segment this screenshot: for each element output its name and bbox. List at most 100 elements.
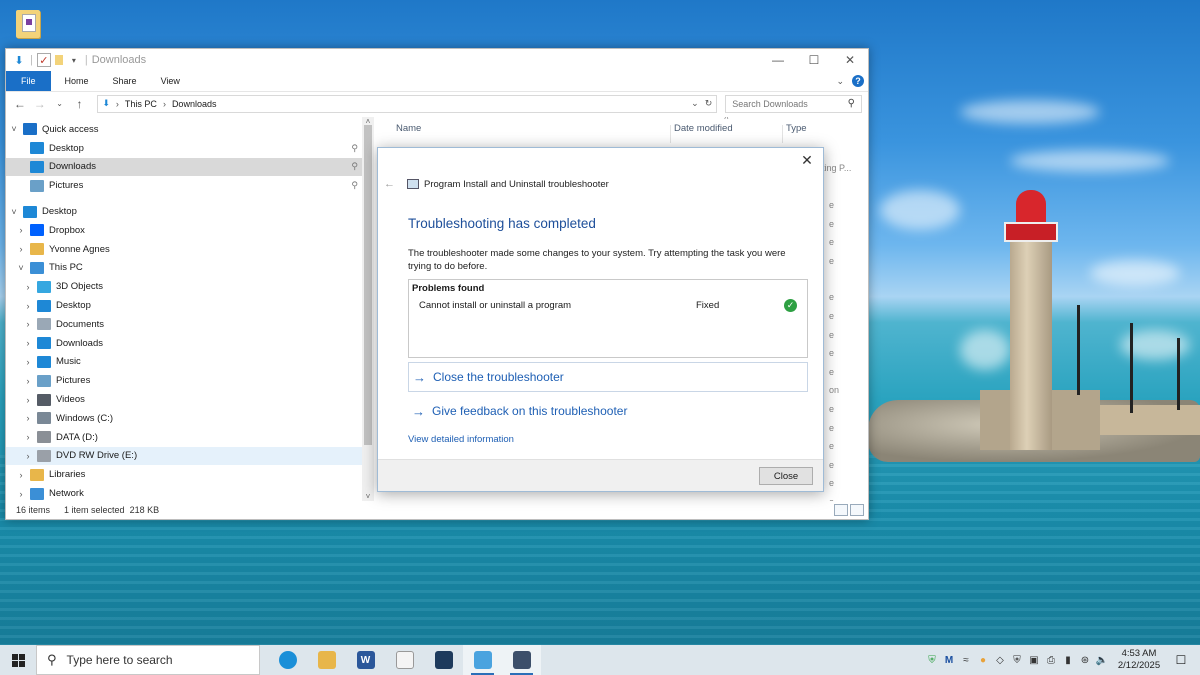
chevron-right-icon[interactable]: › xyxy=(15,225,27,235)
nav-item-desktop[interactable]: Desktop ⚲ xyxy=(6,139,362,158)
chevron-right-icon[interactable]: › xyxy=(22,413,34,423)
tab-view[interactable]: View xyxy=(149,71,192,91)
nav-item-data-d[interactable]: › DATA (D:) xyxy=(6,428,362,447)
tab-home[interactable]: Home xyxy=(53,71,101,91)
properties-icon[interactable]: ✓ xyxy=(36,53,51,67)
chevron-right-icon[interactable]: › xyxy=(22,376,34,386)
taskbar-notepad-button[interactable] xyxy=(385,645,424,675)
chevron-right-icon[interactable]: › xyxy=(15,470,27,480)
network-icon[interactable]: ≈ xyxy=(960,654,972,666)
navigation-scrollbar[interactable]: ˄ ˅ xyxy=(362,117,374,501)
back-button[interactable]: ← xyxy=(12,97,28,111)
give-feedback-link[interactable]: → Give feedback on this troubleshooter xyxy=(408,396,808,426)
close-button[interactable]: Close xyxy=(759,467,813,485)
chevron-right-icon[interactable]: › xyxy=(22,395,34,405)
column-date-modified[interactable]: Date modified xyxy=(674,123,733,134)
chevron-right-icon[interactable]: › xyxy=(22,319,34,329)
nav-item-label: Dropbox xyxy=(49,224,85,236)
tab-file[interactable]: File xyxy=(6,71,51,91)
battery-icon[interactable]: ▮ xyxy=(1062,654,1074,666)
chevron-right-icon[interactable]: › xyxy=(22,451,34,461)
taskbar-remote-desktop-button[interactable] xyxy=(463,645,502,675)
address-input[interactable]: ⬇ › This PC › Downloads ⌄ ↻ xyxy=(97,94,718,113)
dropbox-icon[interactable]: ◇ xyxy=(994,654,1006,666)
desktop-file-icon[interactable] xyxy=(14,4,42,40)
chevron-right-icon[interactable]: › xyxy=(22,357,34,367)
clock[interactable]: 4:53 AM 2/12/2025 xyxy=(1113,648,1165,672)
new-folder-icon[interactable] xyxy=(54,55,63,65)
nav-item-yvonne-agnes[interactable]: › Yvonne Agnes xyxy=(6,240,362,259)
nav-item-3d-objects[interactable]: › 3D Objects xyxy=(6,277,362,296)
back-arrow-icon[interactable]: ← xyxy=(384,178,395,190)
volume-icon[interactable]: 🔈 xyxy=(1096,654,1108,666)
taskbar: ⚲ Type here to search W ⛨ M ≈ ● ◇ ⛨ ▣ ⎙ … xyxy=(0,645,1200,675)
recent-locations-button[interactable]: ⌄ xyxy=(52,99,68,108)
taskbar-file-explorer-button[interactable] xyxy=(307,645,346,675)
nav-item-pictures[interactable]: Pictures ⚲ xyxy=(6,176,362,195)
windows-logo-icon xyxy=(11,653,25,667)
security-icon[interactable]: ⛨ xyxy=(1011,654,1023,666)
nav-item-dvd-rw-drive-e[interactable]: › DVD RW Drive (E:) xyxy=(6,446,362,466)
wifi-icon[interactable]: ⊛ xyxy=(1079,654,1091,666)
column-type[interactable]: Type xyxy=(786,123,807,134)
help-icon[interactable]: ? xyxy=(852,75,864,87)
nav-item-documents[interactable]: › Documents xyxy=(6,315,362,334)
column-name[interactable]: Name xyxy=(396,123,421,134)
shield-icon[interactable]: ⛨ xyxy=(926,654,938,666)
start-button[interactable] xyxy=(0,645,36,675)
taskbar-word-button[interactable]: W xyxy=(346,645,385,675)
printer-icon[interactable]: ⎙ xyxy=(1045,654,1057,666)
nav-item-libraries[interactable]: › Libraries xyxy=(6,465,362,484)
chevron-down-icon[interactable]: ▾ xyxy=(67,53,81,67)
chevron-right-icon[interactable]: › xyxy=(15,489,27,499)
chevron-right-icon[interactable]: › xyxy=(22,301,34,311)
nav-item-desktop[interactable]: › Desktop xyxy=(6,296,362,315)
tab-share[interactable]: Share xyxy=(101,71,149,91)
nav-item-videos[interactable]: › Videos xyxy=(6,390,362,409)
breadcrumb-this-pc[interactable]: This PC xyxy=(125,99,157,109)
scroll-down-arrow[interactable]: ˅ xyxy=(362,492,374,501)
view-detailed-information-link[interactable]: View detailed information xyxy=(408,434,514,445)
notifications-icon[interactable]: ☐ xyxy=(1170,653,1192,667)
nav-item-quick-access[interactable]: ˅ Quick access xyxy=(6,120,362,139)
update-icon[interactable]: ● xyxy=(977,654,989,666)
nav-item-pictures[interactable]: › Pictures xyxy=(6,371,362,390)
nav-item-downloads[interactable]: Downloads ⚲ xyxy=(6,157,362,177)
minimize-button[interactable]: — xyxy=(760,49,796,71)
chevron-right-icon[interactable]: › xyxy=(15,244,27,254)
chevron-down-icon[interactable]: ˅ xyxy=(15,263,27,273)
chevron-right-icon[interactable]: › xyxy=(22,282,34,292)
chevron-down-icon[interactable]: ˅ xyxy=(8,124,20,134)
close-troubleshooter-link[interactable]: → Close the troubleshooter xyxy=(408,362,808,392)
nav-item-this-pc[interactable]: ˅ This PC xyxy=(6,259,362,278)
close-button[interactable]: ✕ xyxy=(832,49,868,71)
taskbar-troubleshooter-button[interactable] xyxy=(502,645,541,675)
taskbar-app-button[interactable] xyxy=(424,645,463,675)
taskbar-edge-button[interactable] xyxy=(268,645,307,675)
large-icons-view-button[interactable] xyxy=(850,504,864,516)
maximize-button[interactable]: ☐ xyxy=(796,49,832,71)
chevron-right-icon[interactable]: › xyxy=(22,338,34,348)
address-dropdown-icon[interactable]: ⌄ xyxy=(691,98,699,109)
search-input[interactable]: Search Downloads ⚲ xyxy=(725,94,862,113)
nav-item-dropbox[interactable]: › Dropbox xyxy=(6,221,362,240)
forward-button[interactable]: → xyxy=(32,97,48,111)
breadcrumb-downloads[interactable]: Downloads xyxy=(172,99,217,109)
dialog-close-icon[interactable]: ✕ xyxy=(799,152,815,168)
malwarebytes-icon[interactable]: M xyxy=(943,654,955,666)
scrollbar-thumb[interactable] xyxy=(364,125,372,445)
nav-item-downloads[interactable]: › Downloads xyxy=(6,334,362,353)
chevron-right-icon[interactable]: › xyxy=(22,432,34,442)
nav-item-desktop[interactable]: ˅ Desktop xyxy=(6,202,362,221)
display-icon[interactable]: ▣ xyxy=(1028,654,1040,666)
up-button[interactable]: ↑ xyxy=(72,97,88,111)
expand-ribbon-icon[interactable]: ⌄ xyxy=(836,76,844,87)
chevron-down-icon[interactable]: ˅ xyxy=(8,207,20,217)
nav-item-music[interactable]: › Music xyxy=(6,353,362,372)
type-cell: e xyxy=(829,310,835,321)
refresh-icon[interactable]: ↻ xyxy=(705,98,713,109)
details-view-button[interactable] xyxy=(834,504,848,516)
nav-item-network[interactable]: › Network xyxy=(6,484,362,501)
taskbar-search-box[interactable]: ⚲ Type here to search xyxy=(36,645,260,675)
nav-item-windows-c[interactable]: › Windows (C:) xyxy=(6,409,362,428)
